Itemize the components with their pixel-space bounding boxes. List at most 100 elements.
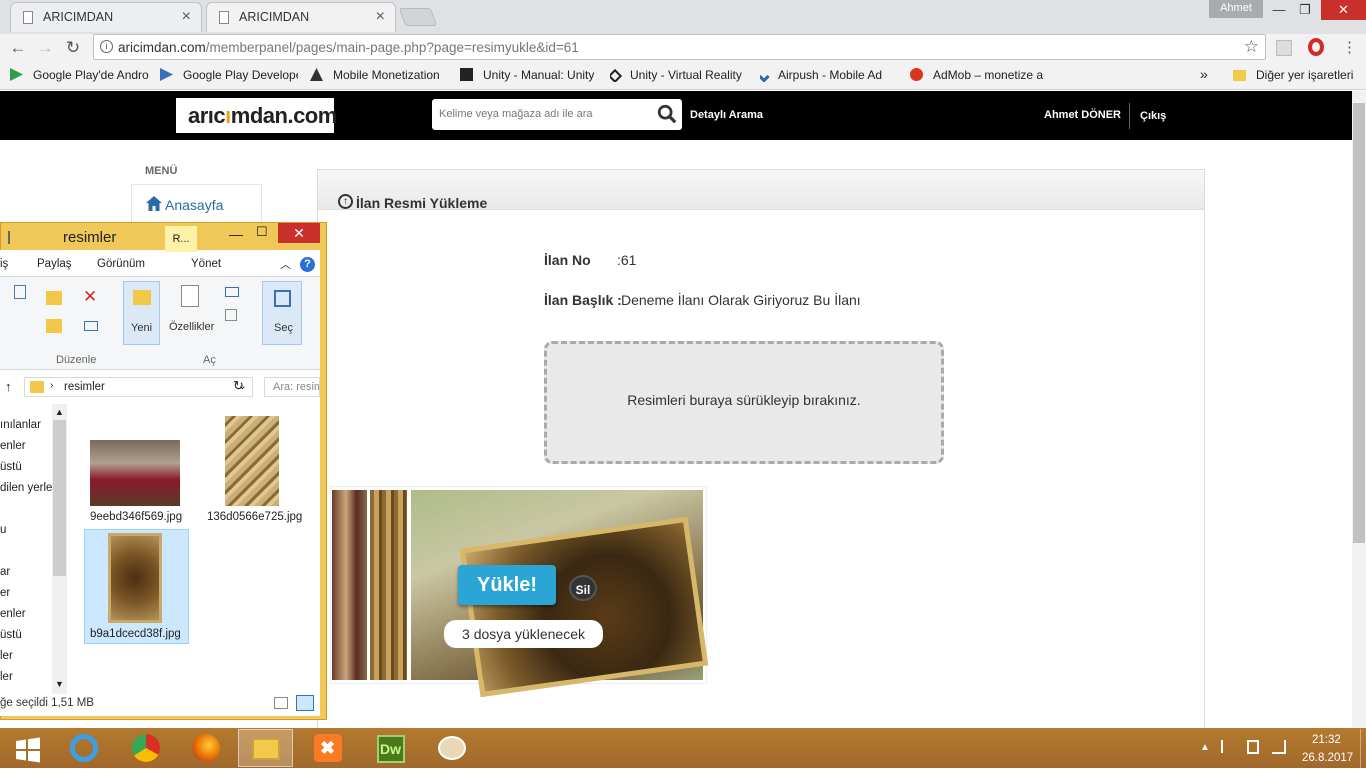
- bookmark-item[interactable]: Airpush - Mobile Ad: [760, 68, 894, 82]
- up-arrow-icon[interactable]: ↑: [5, 379, 12, 394]
- show-desktop-button[interactable]: [1360, 729, 1366, 768]
- start-button[interactable]: [0, 731, 55, 769]
- details-view-icon[interactable]: [274, 697, 288, 709]
- nav-item[interactable]: enler: [0, 440, 26, 452]
- delete-icon[interactable]: ✕: [83, 287, 97, 307]
- opera-extension-icon[interactable]: [1308, 38, 1324, 56]
- close-icon[interactable]: ✕: [278, 223, 320, 243]
- bookmark-item[interactable]: AdMob – monetize a: [910, 68, 1046, 82]
- firefox-icon[interactable]: [178, 729, 233, 767]
- battery-icon[interactable]: [1247, 740, 1259, 754]
- ie-icon[interactable]: [56, 729, 111, 767]
- network-icon[interactable]: [1272, 740, 1286, 754]
- edit-icon[interactable]: [225, 309, 237, 321]
- tray-arrow-icon[interactable]: ▲: [1200, 742, 1210, 753]
- explorer-search-input[interactable]: Ara: resimler: [264, 377, 320, 397]
- info-icon[interactable]: i: [100, 40, 113, 53]
- refresh-icon[interactable]: ↻: [233, 378, 244, 394]
- menu-icon[interactable]: ⋮: [1342, 38, 1357, 56]
- rename-icon[interactable]: [84, 321, 98, 331]
- minimize-icon[interactable]: —: [229, 226, 243, 242]
- nav-item[interactable]: ler: [0, 671, 13, 683]
- scroll-up-icon[interactable]: ▲: [55, 407, 64, 417]
- search-input[interactable]: Kelime veya mağaza adı ile ara: [439, 108, 592, 120]
- clock-date[interactable]: 26.8.2017: [1302, 752, 1353, 764]
- nav-item[interactable]: u: [0, 524, 6, 536]
- pdf-extension-icon[interactable]: [1276, 40, 1292, 56]
- logout-link[interactable]: Çıkış: [1140, 110, 1166, 122]
- close-icon[interactable]: ×: [182, 3, 191, 31]
- contextual-tab[interactable]: R...: [165, 226, 197, 252]
- ribbon-tab[interactable]: iş: [0, 258, 8, 270]
- user-name[interactable]: Ahmet DÖNER: [1044, 109, 1121, 121]
- nav-scrollbar-thumb[interactable]: [53, 420, 66, 576]
- nav-item[interactable]: er: [0, 587, 10, 599]
- ribbon-tab-share[interactable]: Paylaş: [37, 258, 72, 270]
- profile-badge[interactable]: Ahmet: [1209, 0, 1263, 18]
- cut-icon[interactable]: [14, 285, 26, 299]
- new-folder-button[interactable]: Yeni: [123, 281, 160, 345]
- copy-to-icon[interactable]: [46, 319, 62, 333]
- clock-time[interactable]: 21:32: [1312, 734, 1341, 746]
- nav-item[interactable]: üstü: [0, 461, 22, 473]
- scroll-down-icon[interactable]: ▼: [55, 679, 64, 689]
- nav-item[interactable]: ler: [0, 650, 13, 662]
- browser-tab[interactable]: ARICIMDAN ×: [10, 2, 202, 32]
- ribbon-tab-manage[interactable]: Yönet: [191, 258, 221, 270]
- bookmarks-overflow[interactable]: »: [1200, 66, 1214, 82]
- file-name[interactable]: 136d0566e725.jpg: [207, 511, 302, 523]
- upload-button[interactable]: Yükle!: [458, 565, 556, 605]
- xampp-icon[interactable]: ✖: [300, 729, 355, 767]
- chevron-up-icon[interactable]: ︿: [280, 256, 291, 272]
- site-search[interactable]: Kelime veya mağaza adı ile ara: [432, 99, 682, 130]
- file-thumbnail[interactable]: [90, 440, 180, 506]
- explorer-taskbar-icon[interactable]: [238, 729, 293, 767]
- nav-item[interactable]: ar: [0, 566, 10, 578]
- file-thumbnail[interactable]: [225, 416, 279, 506]
- bookmark-item[interactable]: Google Play Develope: [160, 68, 298, 82]
- bookmark-item[interactable]: Mobile Monetization: [310, 68, 446, 82]
- new-tab-button[interactable]: [398, 8, 438, 26]
- dreamweaver-icon[interactable]: Dw: [363, 729, 418, 767]
- search-icon[interactable]: [656, 103, 678, 125]
- address-bar[interactable]: i aricimdan.com/memberpanel/pages/main-p…: [93, 34, 1266, 60]
- explorer-address-bar[interactable]: › resimler ⌄: [24, 377, 253, 397]
- select-button[interactable]: Seç: [262, 281, 302, 345]
- file-name[interactable]: 9eebd346f569.jpg: [90, 511, 182, 523]
- bookmark-item[interactable]: Unity - Virtual Reality: [610, 68, 750, 82]
- close-window-button[interactable]: ✕: [1321, 0, 1366, 20]
- paint-icon[interactable]: [424, 729, 479, 767]
- other-bookmarks[interactable]: Diğer yer işaretleri: [1233, 68, 1363, 82]
- nav-item[interactable]: üstü: [0, 629, 22, 641]
- browser-tab-active[interactable]: ARICIMDAN ×: [206, 2, 396, 32]
- nav-item[interactable]: dilen yerle: [0, 482, 52, 494]
- file-thumbnail[interactable]: [108, 533, 162, 623]
- scrollbar-thumb[interactable]: [1353, 103, 1365, 543]
- image-dropzone[interactable]: Resimleri buraya sürükleyip bırakınız.: [544, 341, 944, 464]
- flag-icon[interactable]: [1221, 740, 1233, 753]
- bookmark-item[interactable]: Unity - Manual: Unity: [460, 68, 598, 82]
- reload-icon[interactable]: ↻: [62, 37, 84, 59]
- file-name[interactable]: b9a1dcecd38f.jpg: [90, 628, 181, 640]
- close-icon[interactable]: ×: [376, 3, 385, 31]
- thumbnails-view-icon[interactable]: [296, 695, 314, 711]
- properties-button[interactable]: Özellikler: [169, 321, 214, 333]
- move-to-icon[interactable]: [46, 291, 62, 305]
- chrome-icon[interactable]: [118, 729, 173, 767]
- help-icon[interactable]: ?: [300, 257, 315, 272]
- menu-item-home[interactable]: Anasayfa: [131, 184, 262, 224]
- star-icon[interactable]: ☆: [1244, 37, 1259, 57]
- nav-item[interactable]: ınılanlar: [0, 419, 41, 431]
- advanced-search-link[interactable]: Detaylı Arama: [690, 109, 763, 121]
- delete-button[interactable]: Sil: [569, 575, 597, 601]
- bookmark-item[interactable]: Google Play'de Andro: [10, 68, 150, 82]
- ribbon-tab-view[interactable]: Görünüm: [97, 258, 145, 270]
- minimize-icon[interactable]: —: [1266, 0, 1292, 20]
- open-icon[interactable]: [225, 287, 239, 297]
- maximize-icon[interactable]: ☐: [256, 224, 268, 240]
- site-logo[interactable]: arıcımdan.com: [176, 98, 337, 133]
- forward-icon[interactable]: →: [34, 37, 56, 59]
- back-icon[interactable]: ←: [7, 37, 29, 59]
- nav-item[interactable]: enler: [0, 608, 26, 620]
- maximize-icon[interactable]: ❐: [1292, 0, 1318, 20]
